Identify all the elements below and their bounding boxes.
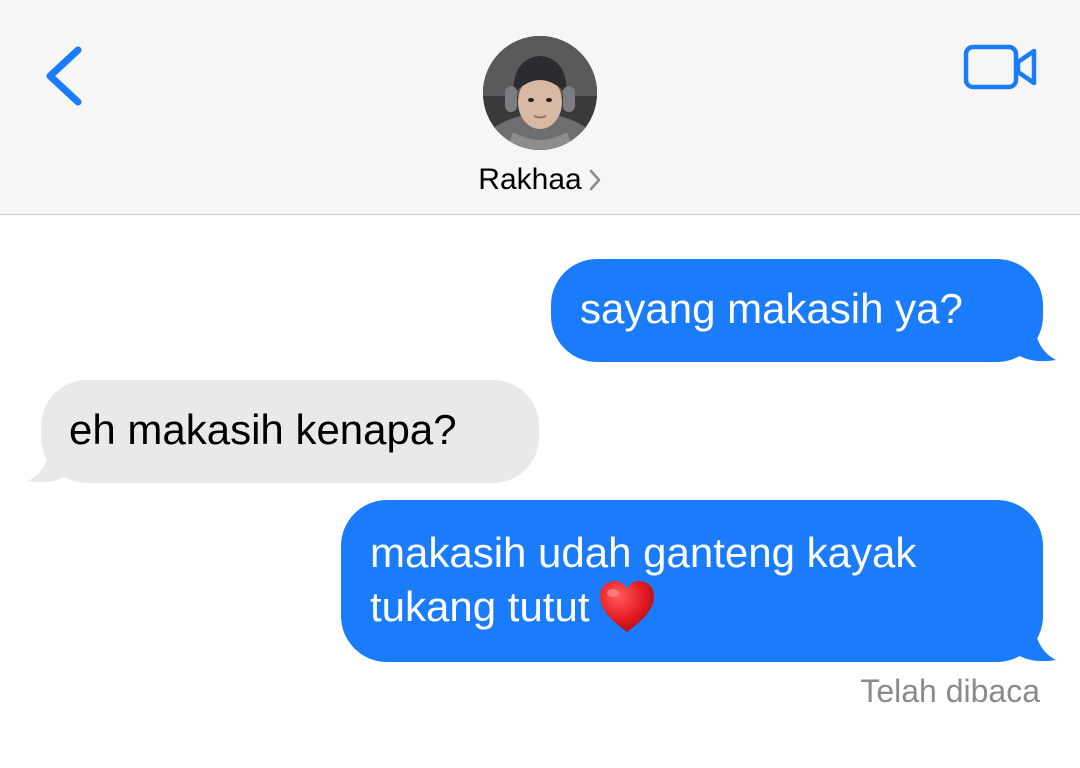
contact-name: Rakhaa <box>478 163 582 197</box>
conversation-header: Rakhaa <box>0 0 1080 215</box>
outgoing-message-bubble[interactable]: makasih udah ganteng kayak tukang tutut <box>341 500 1043 662</box>
read-receipt: Telah dibaca <box>860 673 1040 709</box>
contact-avatar[interactable] <box>483 36 597 150</box>
outgoing-message-bubble[interactable]: sayang makasih ya? <box>551 259 1043 362</box>
messages-screen: Rakhaa sayang makasih ya? eh makasih ken… <box>0 0 1080 768</box>
incoming-message-bubble[interactable]: eh makasih kenapa? <box>41 380 539 483</box>
contact-name-button[interactable]: Rakhaa <box>0 162 1080 197</box>
back-chevron-icon[interactable] <box>36 40 96 112</box>
chevron-right-icon <box>589 169 600 191</box>
avatar-photo <box>483 36 597 150</box>
video-camera-icon[interactable] <box>962 42 1040 92</box>
outgoing-bubble-tail <box>1012 622 1056 662</box>
message-text: eh makasih kenapa? <box>69 406 457 453</box>
red-heart-icon <box>599 580 654 632</box>
message-text: sayang makasih ya? <box>580 285 963 332</box>
outgoing-bubble-tail <box>1012 322 1056 362</box>
incoming-bubble-tail <box>28 443 72 483</box>
